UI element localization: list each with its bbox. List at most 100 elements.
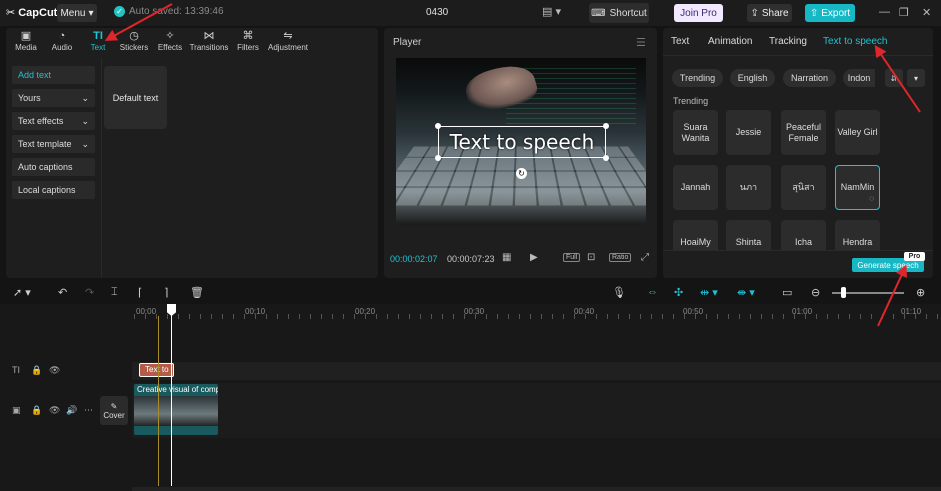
zoom-slider-handle[interactable] (841, 287, 846, 298)
chip-english[interactable]: English (730, 69, 775, 87)
playhead[interactable] (171, 304, 172, 486)
tab-text-properties[interactable]: Text (671, 36, 689, 47)
voice-card[interactable]: Peaceful Female (781, 110, 826, 155)
lock-icon[interactable]: 🔒 (31, 405, 42, 416)
resize-handle[interactable] (435, 155, 441, 161)
voice-name: Hendra (842, 237, 873, 247)
video-track-icon: ▣ (12, 405, 21, 415)
split-left-icon[interactable]: ⌈ (138, 286, 142, 299)
default-text-card[interactable]: Default text (104, 66, 167, 129)
close-icon[interactable]: ✕ (922, 6, 931, 19)
title-bar: ✂ CapCut Menu ▾ ✓ Auto saved: 13:39:46 0430… (0, 0, 941, 26)
layout-icon[interactable]: ▤ ▾ (542, 5, 561, 18)
tab-audio[interactable]: ◔ Audio (44, 28, 80, 56)
tab-effects[interactable]: ✧ Effects (152, 28, 188, 56)
tab-filters[interactable]: ⌘ Filters (230, 28, 266, 56)
resize-handle[interactable] (603, 123, 609, 129)
redo-icon[interactable]: ↷ (85, 286, 94, 299)
voice-name: Jannah (680, 182, 711, 192)
export-button[interactable]: ⇧ Export (805, 4, 855, 22)
voice-name: Suara Wanita (681, 121, 710, 143)
logo-text: CapCut (18, 6, 58, 19)
lock-icon[interactable]: 🔒 (31, 365, 42, 376)
fullscreen-icon[interactable]: ⤢ (641, 252, 649, 263)
crop-icon[interactable]: ⊡ (587, 252, 595, 263)
text-overlay[interactable]: Text to speech (438, 126, 606, 158)
preview-axis-icon[interactable]: ⇼ ▾ (737, 286, 755, 299)
chip-indonesian[interactable]: Indon (843, 69, 875, 87)
restore-icon[interactable]: ❐ (899, 6, 909, 19)
undo-icon[interactable]: ↶ (58, 286, 67, 299)
filter-icon[interactable]: ⇵ (885, 69, 903, 87)
voice-card[interactable]: สุนิสา (781, 165, 826, 210)
rotate-icon[interactable]: ↻ (516, 168, 527, 179)
text-clip[interactable]: Text to (139, 363, 174, 377)
autosave-status: ✓ Auto saved: 13:39:46 (114, 6, 224, 17)
caption-icon[interactable]: ▭ (782, 286, 792, 299)
player-controls: 00:00:02:07 00:00:07:23 ▦ ▶ Full ⊡ Ratio… (384, 250, 657, 270)
resize-handle[interactable] (603, 155, 609, 161)
chip-trending[interactable]: Trending (672, 69, 723, 87)
link-clips-icon[interactable]: ⇔ (647, 286, 658, 298)
tab-transitions[interactable]: ⋈ Transitions (188, 28, 230, 56)
share-button[interactable]: ⇪ Share (747, 4, 792, 22)
clip-thumbnail (162, 396, 190, 426)
video-clip[interactable]: Creative visual of compu (134, 384, 218, 435)
sidebar-item-text-template[interactable]: Text template ⌄ (12, 135, 95, 153)
split-icon[interactable]: ⌶ (111, 286, 118, 299)
tab-stickers[interactable]: ◷ Stickers (116, 28, 152, 56)
pro-badge: Pro (904, 252, 925, 261)
voice-card[interactable]: Jannah (673, 165, 718, 210)
auto-snap-icon[interactable]: ⇹ ▾ (700, 286, 718, 299)
tab-text-to-speech[interactable]: Text to speech (823, 36, 887, 47)
tab-text[interactable]: TI Text (80, 28, 116, 56)
cover-button[interactable]: ✎ Cover (100, 396, 128, 425)
sidebar-item-yours[interactable]: Yours ⌄ (12, 89, 95, 107)
zoom-out-icon[interactable]: ⊖ (811, 286, 820, 299)
sidebar-item-text-effects[interactable]: Text effects ⌄ (12, 112, 95, 130)
microphone-icon[interactable]: 🎙 (612, 286, 626, 299)
media-library-panel: ▣ Media ◔ Audio TI Text ◷ Stickers ✧ Effects … (6, 28, 378, 278)
chevron-down-icon[interactable]: ▾ (907, 69, 925, 87)
sidebar-divider (101, 58, 102, 278)
grid-icon[interactable]: ▦ (502, 252, 511, 263)
property-tabs: Text Animation Tracking Text to speech (663, 28, 933, 56)
snap-icon[interactable]: ✣ (674, 286, 683, 299)
ratio-button[interactable]: Ratio (609, 253, 632, 262)
video-preview[interactable]: Text to speech ↻ (396, 58, 646, 225)
horizontal-scrollbar[interactable] (132, 487, 941, 491)
resize-handle[interactable] (435, 123, 441, 129)
volume-icon[interactable]: 🔊 (66, 405, 77, 416)
shortcut-button[interactable]: ⌨ Shortcut (589, 3, 649, 23)
voice-card[interactable]: Jessie (726, 110, 771, 155)
project-title[interactable]: 0430 (426, 7, 448, 18)
voice-card[interactable]: นภา (726, 165, 771, 210)
sidebar-item-add-text[interactable]: Add text (12, 66, 95, 84)
voice-card-selected[interactable]: NamMin ◌ (835, 165, 880, 210)
eye-icon[interactable]: 👁 (49, 365, 60, 376)
play-icon[interactable]: ▶ (530, 252, 538, 263)
sidebar-item-local-captions[interactable]: Local captions (12, 181, 95, 199)
tab-tracking[interactable]: Tracking (769, 36, 807, 47)
tab-adjustment[interactable]: ⇋ Adjustment (266, 28, 310, 56)
tab-animation[interactable]: Animation (708, 36, 752, 47)
delete-icon[interactable]: 🗑 (190, 286, 204, 299)
adjustment-icon: ⇋ (283, 30, 293, 42)
select-cursor-icon[interactable]: ➚ ▾ (13, 286, 31, 299)
generate-bar: Generate speech Pro (663, 250, 933, 278)
more-icon[interactable]: ⋯ (84, 405, 93, 416)
sidebar-item-auto-captions[interactable]: Auto captions (12, 158, 95, 176)
full-quality-button[interactable]: Full (563, 253, 581, 262)
chip-narration[interactable]: Narration (783, 69, 836, 87)
minimize-icon[interactable]: — (879, 6, 890, 18)
menu-button[interactable]: Menu ▾ (57, 4, 97, 22)
voice-card[interactable]: Valley Girl (835, 110, 880, 155)
zoom-in-icon[interactable]: ⊕ (916, 286, 925, 299)
join-pro-button[interactable]: Join Pro (674, 4, 723, 22)
sidebar-item-label: Auto captions (18, 162, 73, 172)
eye-icon[interactable]: 👁 (49, 405, 60, 416)
tab-media[interactable]: ▣ Media (8, 28, 44, 56)
voice-card[interactable]: Suara Wanita (673, 110, 718, 155)
hamburger-menu-icon[interactable]: ☰ (636, 36, 646, 49)
split-right-icon[interactable]: ⌉ (164, 286, 168, 299)
